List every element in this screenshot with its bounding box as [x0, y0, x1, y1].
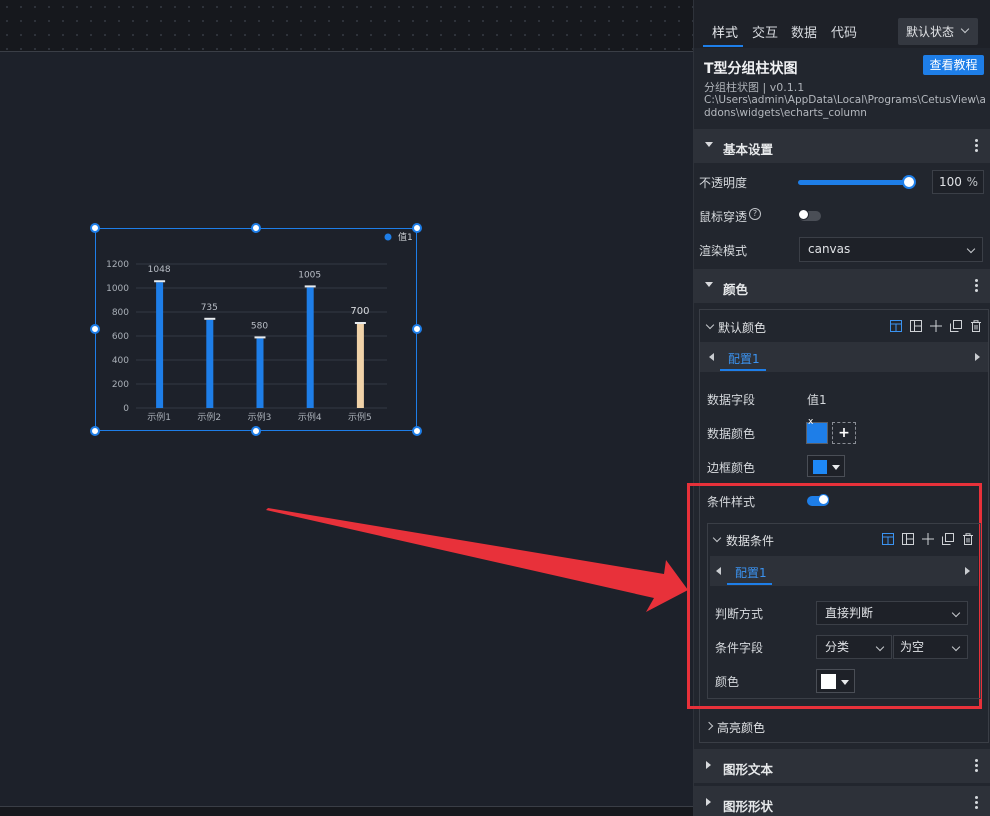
condition-field-value: 分类 [825, 640, 850, 654]
percent-unit: % [966, 175, 978, 189]
section-color[interactable]: 颜色 [694, 269, 990, 303]
chevron-down-icon [951, 608, 961, 618]
tab-interaction[interactable]: 交互 [752, 22, 778, 41]
condition-color-label: 颜色 [715, 675, 740, 689]
add-icon[interactable] [922, 533, 934, 545]
opacity-value: 100 [939, 175, 962, 189]
property-panel: 样式 交互 数据 代码 默认状态 T型分组柱状图 查看教程 分组柱状图 | v0… [687, 0, 990, 816]
section-shape-form-title: 图形形状 [723, 799, 774, 814]
chevron-down-icon[interactable] [712, 533, 722, 543]
state-select[interactable]: 默认状态 [898, 18, 978, 45]
condition-color-swatch [821, 674, 836, 689]
more-icon[interactable] [975, 139, 979, 153]
more-icon[interactable] [975, 759, 979, 773]
chevron-down-icon [960, 24, 970, 34]
annotation-arrow [266, 508, 688, 612]
table-layout-icon[interactable] [890, 320, 902, 332]
expand-triangle-icon [706, 798, 711, 806]
render-mode-label: 渲染模式 [699, 244, 748, 258]
dropdown-arrow-icon [841, 680, 849, 685]
chevron-down-icon[interactable] [705, 320, 715, 330]
tab-style[interactable]: 样式 [712, 22, 738, 41]
grid-layout-icon[interactable] [910, 320, 922, 332]
condition-color-picker[interactable] [816, 669, 855, 693]
section-shape-text-title: 图形文本 [723, 762, 774, 777]
delete-icon[interactable] [962, 533, 974, 545]
border-color-picker[interactable] [807, 455, 845, 477]
config-tabs-bar: 配置1 [700, 342, 988, 372]
expand-triangle-icon [706, 761, 711, 769]
condition-operator-select[interactable]: 为空 [893, 635, 968, 659]
judge-mode-value: 直接判断 [825, 606, 874, 620]
judge-mode-select[interactable]: 直接判断 [816, 601, 968, 625]
condition-config-tabs-bar: 配置1 [710, 556, 978, 586]
collapse-triangle-icon [705, 142, 713, 147]
copy-icon[interactable] [942, 533, 954, 545]
chevron-down-icon [966, 244, 976, 254]
table-layout-icon[interactable] [882, 533, 894, 545]
section-shape-text[interactable]: 图形文本 [694, 749, 990, 783]
panel-tabs: 样式 交互 数据 代码 默认状态 [694, 0, 990, 48]
toggle-knob [798, 209, 809, 220]
section-basic-settings[interactable]: 基本设置 [694, 129, 990, 163]
widget-version: 分组柱状图 | v0.1.1 [704, 81, 805, 94]
tab-data[interactable]: 数据 [791, 22, 817, 41]
mouse-through-toggle[interactable] [798, 209, 821, 221]
tab-code[interactable]: 代码 [831, 22, 857, 41]
add-color-button[interactable]: + [832, 422, 856, 444]
widget-title: T型分组柱状图 [704, 61, 798, 77]
help-icon[interactable]: ? [749, 208, 761, 220]
highlight-color-group[interactable]: 高亮颜色 [699, 710, 989, 743]
widget-path: C:\Users\admin\AppData\Local\Programs\Ce… [704, 94, 986, 119]
condition-field-label: 条件字段 [715, 641, 764, 655]
active-config-indicator [727, 583, 772, 585]
grid-layout-icon[interactable] [902, 533, 914, 545]
more-icon[interactable] [975, 796, 979, 810]
section-shape-form[interactable]: 图形形状 [694, 786, 990, 816]
add-icon[interactable] [930, 320, 942, 332]
more-icon[interactable] [975, 279, 979, 293]
opacity-slider-handle[interactable] [902, 175, 916, 189]
condition-config-tab-1[interactable]: 配置1 [735, 564, 767, 581]
section-color-title: 颜色 [723, 282, 749, 297]
delete-icon[interactable] [970, 320, 982, 332]
border-color-swatch [813, 460, 827, 474]
data-condition-title: 数据条件 [726, 534, 775, 548]
design-canvas[interactable]: 0 200 400 600 800 1000 1200 1048 示例1 735 示例2 580 示例3… [0, 0, 693, 816]
opacity-slider-track[interactable] [798, 180, 910, 185]
state-select-value: 默认状态 [906, 25, 955, 39]
next-arrow-icon[interactable] [975, 353, 980, 361]
condition-field-select[interactable]: 分类 [816, 635, 892, 659]
prev-arrow-icon[interactable] [709, 353, 714, 361]
prev-arrow-icon[interactable] [716, 567, 721, 575]
remove-color-icon[interactable]: x [808, 417, 813, 427]
chevron-down-icon [875, 642, 885, 652]
opacity-input[interactable]: 100 % [932, 170, 984, 194]
render-mode-value: canvas [808, 242, 851, 256]
data-condition-group: 数据条件 配置1 判断方式 直接判断 条件字段 分类 为空 颜色 [707, 523, 981, 699]
border-color-label: 边框颜色 [707, 461, 756, 475]
highlight-color-title: 高亮颜色 [717, 721, 766, 735]
active-tab-indicator [703, 45, 743, 47]
default-color-title: 默认颜色 [718, 321, 767, 335]
mouse-through-label: 鼠标穿透 [699, 210, 748, 224]
next-arrow-icon[interactable] [965, 567, 970, 575]
chevron-right-icon [704, 721, 714, 731]
section-basic-title: 基本设置 [723, 142, 774, 157]
data-field-label: 数据字段 [707, 393, 756, 407]
copy-icon[interactable] [950, 320, 962, 332]
view-tutorial-button[interactable]: 查看教程 [923, 55, 984, 75]
data-color-label: 数据颜色 [707, 427, 756, 441]
config-tab-1[interactable]: 配置1 [728, 350, 760, 367]
condition-operator-value: 为空 [900, 640, 925, 654]
active-config-indicator [720, 369, 766, 371]
render-mode-select[interactable]: canvas [799, 237, 983, 262]
collapse-triangle-icon [705, 282, 713, 287]
chevron-down-icon [951, 642, 961, 652]
data-field-value: 值1 [807, 393, 827, 407]
judge-mode-label: 判断方式 [715, 607, 764, 621]
dropdown-arrow-icon [832, 465, 840, 470]
opacity-label: 不透明度 [699, 176, 748, 190]
